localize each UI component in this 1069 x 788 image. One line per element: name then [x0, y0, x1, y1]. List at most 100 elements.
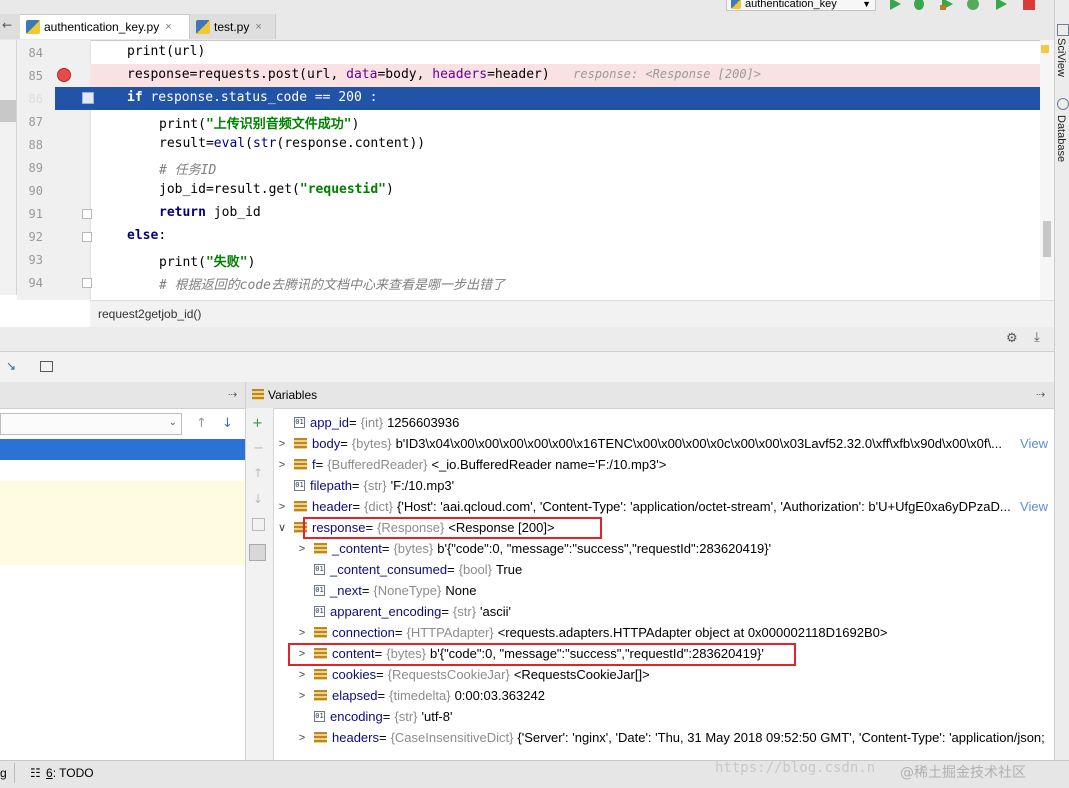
run-configuration-select[interactable]: authentication_key ▼: [726, 0, 876, 11]
previous-frame-icon[interactable]: ↑: [196, 416, 207, 431]
equals-sign: =: [441, 604, 449, 619]
pin-icon[interactable]: ⇢: [228, 388, 237, 401]
move-down-icon[interactable]: ↓: [253, 492, 263, 506]
expand-arrow-icon[interactable]: >: [276, 459, 288, 471]
tab-authentication-key[interactable]: authentication_key.py ×: [20, 14, 190, 39]
breakpoint-icon[interactable]: [57, 68, 71, 82]
profile-icon[interactable]: [966, 0, 980, 10]
code-line[interactable]: response=requests.post(url, data=body, h…: [127, 67, 761, 82]
equals-sign: =: [382, 709, 391, 724]
evaluate-table-icon[interactable]: [40, 361, 53, 372]
variable-name: filepath: [310, 478, 352, 493]
variable-value: True: [495, 562, 523, 577]
variable-row-body[interactable]: > body = {bytes} b'ID3\x04\x00\x00\x00\x00…: [273, 433, 1054, 454]
run-icon[interactable]: [888, 0, 902, 10]
variable-row-connection[interactable]: > connection = {HTTPAdapter} <requests.ada…: [273, 622, 1054, 643]
variable-row-filepath[interactable]: 01 filepath = {str} 'F:/10.mp3': [273, 475, 1054, 496]
debug-icon[interactable]: [912, 0, 926, 10]
left-arrow-icon[interactable]: ←: [2, 18, 12, 32]
code-line[interactable]: if response.status_code == 200 :: [127, 90, 377, 105]
fold-marker-icon[interactable]: [82, 232, 92, 242]
left-tool-strip: [0, 40, 17, 295]
variable-row--next[interactable]: 01 _next = {NoneType} None: [273, 580, 1054, 601]
code-line[interactable]: # 根据返回的code去腾讯的文档中心来查看是哪一步出错了: [159, 274, 505, 293]
variable-row-headers[interactable]: > headers = {CaseInsensitiveDict} {'Server…: [273, 727, 1054, 748]
move-up-icon[interactable]: ↑: [253, 466, 263, 480]
todo-label: : TODO: [52, 766, 94, 780]
next-frame-icon[interactable]: ↓: [222, 416, 233, 431]
variable-value: b'{"code":0, "message":"success","reques…: [437, 541, 772, 556]
frame-selected-row[interactable]: [0, 439, 245, 460]
code-line[interactable]: # 任务ID: [159, 159, 216, 178]
concurrency-icon[interactable]: [994, 0, 1008, 10]
expand-arrow-icon[interactable]: >: [296, 627, 308, 639]
primitive-variable-icon: 01: [314, 711, 325, 722]
copy-icon[interactable]: [252, 518, 265, 531]
expand-arrow-icon[interactable]: >: [276, 438, 288, 450]
code-line[interactable]: return job_id: [159, 205, 261, 220]
tab-test[interactable]: test.py ×: [190, 14, 276, 39]
variable-row-elapsed[interactable]: > elapsed = {timedelta} 0:00:03.363242: [273, 685, 1054, 706]
tool-tab-fragment[interactable]: g: [0, 766, 7, 780]
equals-sign: =: [394, 625, 403, 640]
code-line[interactable]: print(url): [127, 44, 205, 59]
equals-sign: =: [376, 667, 384, 682]
code-line[interactable]: else:: [127, 228, 166, 243]
close-tab-icon[interactable]: ×: [165, 21, 171, 33]
variable-type: {int}: [360, 415, 384, 430]
line-number: 89: [28, 161, 43, 175]
coverage-icon[interactable]: [940, 0, 954, 10]
code-line[interactable]: print("上传识别音频文件成功"): [159, 113, 359, 132]
show-execution-point-icon[interactable]: ↘: [6, 359, 16, 373]
variable-type: {dict}: [364, 499, 393, 514]
code-line[interactable]: result=eval(str(response.content)): [159, 136, 425, 151]
add-watch-icon[interactable]: +: [252, 416, 263, 431]
frames-header: ⇢: [0, 382, 245, 409]
expand-arrow-icon[interactable]: >: [296, 690, 308, 702]
debugger-toolbar: ↘: [0, 352, 1054, 383]
code-line[interactable]: job_id=result.get("requestid"): [159, 182, 394, 197]
close-tab-icon[interactable]: ×: [255, 21, 261, 33]
watches-toggle-icon[interactable]: [249, 544, 266, 561]
view-link[interactable]: View: [1020, 499, 1054, 514]
gear-icon[interactable]: ⚙: [1006, 331, 1018, 346]
expand-arrow-icon[interactable]: >: [296, 732, 308, 744]
thread-select[interactable]: ⌄: [0, 413, 182, 435]
hide-panel-icon[interactable]: ⤓: [1034, 330, 1040, 345]
fold-marker-icon[interactable]: [82, 278, 92, 288]
chevron-down-icon: ⌄: [168, 417, 177, 428]
primitive-variable-icon: 01: [294, 417, 305, 428]
code-line[interactable]: print("失败"): [159, 251, 255, 270]
variable-row-f[interactable]: > f = {BufferedReader} <_io.BufferedReader…: [273, 454, 1054, 475]
variable-row-cookies[interactable]: > cookies = {RequestsCookieJar} <RequestsC…: [273, 664, 1054, 685]
expand-arrow-icon[interactable]: >: [276, 501, 288, 513]
variable-row--content[interactable]: > _content = {bytes} b'{"code":0, "message…: [273, 538, 1054, 559]
debug-tool-window-header: ⚙ ⤓: [0, 327, 1054, 352]
editor-scrollbar[interactable]: [1040, 40, 1054, 300]
sciview-tool-button[interactable]: SciView: [1055, 38, 1067, 77]
database-tool-button[interactable]: Database: [1055, 115, 1067, 162]
variable-name: cookies: [332, 667, 377, 682]
variable-row-apparent-encoding[interactable]: 01 apparent_encoding = {str}'ascii': [273, 601, 1054, 622]
view-link[interactable]: View: [1020, 436, 1054, 451]
remove-watch-icon[interactable]: −: [253, 441, 264, 456]
expand-arrow-icon[interactable]: >: [296, 543, 308, 555]
pin-icon[interactable]: ⇢: [1036, 388, 1045, 401]
todo-tool-button[interactable]: 6: TODO: [46, 766, 94, 780]
variable-row-header[interactable]: > header = {dict} {'Host': 'aai.qcloud.com…: [273, 496, 1054, 517]
python-file-icon: [731, 0, 741, 9]
fold-marker-icon[interactable]: [82, 92, 94, 104]
frame-library-rows[interactable]: [0, 481, 245, 565]
breadcrumb[interactable]: request2getjob_id(): [90, 300, 1054, 327]
variable-value: b'ID3\x04\x00\x00\x00\x00\x00\x16TENC\x0…: [395, 436, 1002, 451]
expand-arrow-icon[interactable]: >: [296, 669, 308, 681]
variable-name: elapsed: [332, 688, 378, 703]
variable-value: 'utf-8': [421, 709, 453, 724]
scrollbar-thumb[interactable]: [1043, 221, 1051, 257]
variable-row--content-consumed[interactable]: 01 _content_consumed = {bool} True: [273, 559, 1054, 580]
variable-row-app-id[interactable]: 01 app_id = {int} 1256603936: [273, 412, 1054, 433]
variable-row-encoding[interactable]: 01 encoding = {str}'utf-8': [273, 706, 1054, 727]
expand-open-icon[interactable]: ∨: [276, 521, 288, 534]
fold-marker-icon[interactable]: [82, 209, 92, 219]
stop-icon[interactable]: [1022, 0, 1036, 10]
